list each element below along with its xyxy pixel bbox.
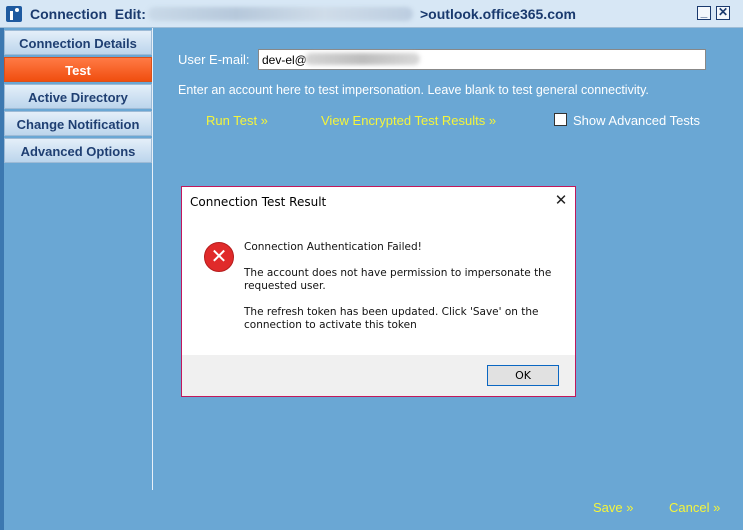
title-bar: Connection Edit: >outlook.office365.com … bbox=[0, 0, 743, 28]
dialog-footer: OK bbox=[182, 355, 575, 396]
token-message: The refresh token has been updated. Clic… bbox=[244, 306, 539, 331]
sidebar-item-connection-details[interactable]: Connection Details bbox=[4, 30, 152, 55]
window-title-host: >outlook.office365.com bbox=[420, 6, 576, 22]
sidebar-item-active-directory[interactable]: Active Directory bbox=[4, 84, 152, 109]
minimize-button[interactable]: _ bbox=[697, 6, 711, 20]
sidebar-item-test[interactable]: Test bbox=[4, 57, 152, 82]
hint-text: Enter an account here to test impersonat… bbox=[178, 83, 649, 97]
error-detail: The account does not have permission to … bbox=[244, 267, 552, 292]
show-advanced-label: Show Advanced Tests bbox=[573, 113, 700, 128]
redacted-email bbox=[305, 53, 420, 65]
ok-button[interactable]: OK bbox=[487, 365, 559, 386]
close-window-button[interactable]: ✕ bbox=[716, 6, 730, 20]
view-encrypted-results-link[interactable]: View Encrypted Test Results » bbox=[321, 113, 496, 128]
dialog-close-icon[interactable]: ✕ bbox=[554, 193, 568, 208]
window-title: Connection Edit: bbox=[30, 6, 146, 22]
error-icon: ✕ bbox=[204, 242, 234, 272]
test-result-dialog: Connection Test Result ✕ ✕ Connection Au… bbox=[181, 186, 576, 397]
error-heading: Connection Authentication Failed! bbox=[244, 241, 422, 253]
app-icon bbox=[6, 6, 22, 22]
cancel-button[interactable]: Cancel » bbox=[669, 500, 720, 515]
save-button[interactable]: Save » bbox=[593, 500, 633, 515]
show-advanced-checkbox[interactable] bbox=[554, 113, 567, 126]
run-test-link[interactable]: Run Test » bbox=[206, 113, 268, 128]
email-label: User E-mail: bbox=[178, 52, 250, 67]
dialog-title: Connection Test Result bbox=[190, 195, 327, 209]
redacted-title bbox=[148, 7, 413, 21]
sidebar-item-change-notification[interactable]: Change Notification bbox=[4, 111, 152, 136]
sidebar-item-advanced-options[interactable]: Advanced Options bbox=[4, 138, 152, 163]
